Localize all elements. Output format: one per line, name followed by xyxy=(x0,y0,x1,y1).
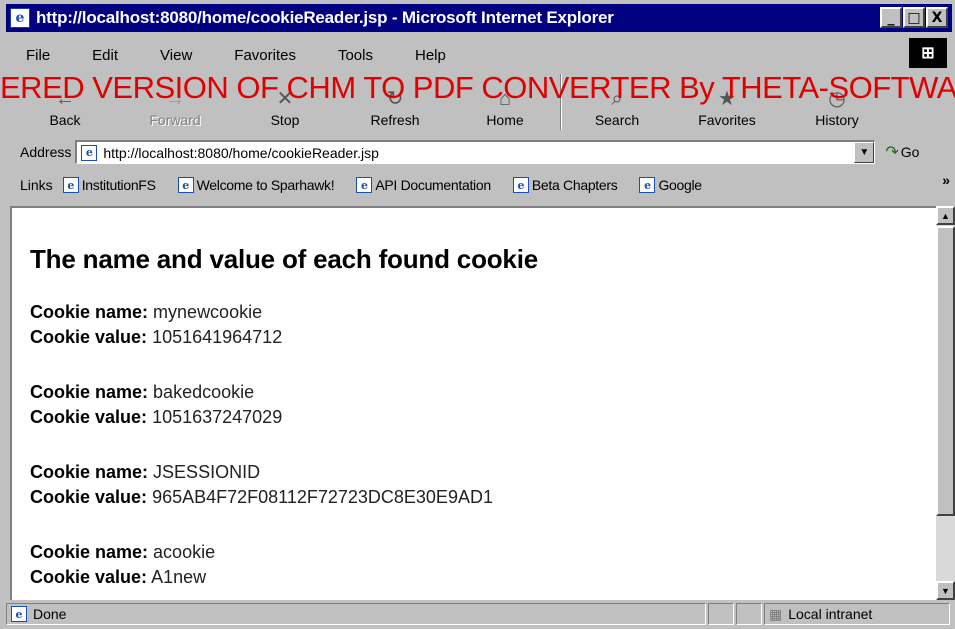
menu-file[interactable]: File xyxy=(10,47,50,64)
link-page-icon: e xyxy=(177,177,194,193)
history-label: History xyxy=(815,112,859,128)
status-pane-empty xyxy=(736,603,762,625)
links-label: Links xyxy=(20,177,53,193)
page-heading: The name and value of each found cookie xyxy=(30,244,538,274)
cookie-name-label: Cookie name: xyxy=(30,542,149,562)
link-page-icon: e xyxy=(62,177,79,193)
status-text: Done xyxy=(33,606,67,622)
scroll-thumb[interactable] xyxy=(936,226,955,516)
status-bar: e Done ▦ Local intranet xyxy=(6,602,952,626)
address-bar: Address e http://localhost:8080/home/coo… xyxy=(10,136,950,168)
zone-text: Local intranet xyxy=(788,606,873,622)
cookie-value-label: Cookie value: xyxy=(30,407,148,427)
cookie-value-label: Cookie value: xyxy=(30,487,148,507)
address-label: Address xyxy=(20,144,72,160)
menu-help[interactable]: Help xyxy=(395,47,446,64)
cookie-name-label: Cookie name: xyxy=(30,302,149,322)
links-bar: Links e InstitutionFS e Welcome to Sparh… xyxy=(10,170,950,200)
page-content: The name and value of each found cookie … xyxy=(10,206,936,600)
zone-pane: ▦ Local intranet xyxy=(764,603,950,625)
link-institutionfs[interactable]: e InstitutionFS xyxy=(62,177,156,193)
cookie-entry: Cookie name: mynewcookie Cookie value: 1… xyxy=(30,300,282,350)
watermark-text: ERED VERSION OF CHM TO PDF CONVERTER By … xyxy=(0,70,955,105)
home-label: Home xyxy=(486,112,524,128)
menu-edit[interactable]: Edit xyxy=(72,47,118,64)
link-label: API Documentation xyxy=(375,177,491,193)
address-url: http://localhost:8080/home/cookieReader.… xyxy=(103,144,379,161)
title-bar[interactable]: e http://localhost:8080/home/cookieReade… xyxy=(6,4,952,32)
go-button[interactable]: ↷ Go xyxy=(885,142,919,162)
link-google[interactable]: e Google xyxy=(639,177,702,193)
menu-favorites[interactable]: Favorites xyxy=(214,47,296,64)
link-page-icon: e xyxy=(639,177,656,193)
cookie-value-value: 1051641964712 xyxy=(152,327,283,347)
page-icon: e xyxy=(81,144,98,161)
browser-window: e http://localhost:8080/home/cookieReade… xyxy=(0,0,955,629)
status-page-icon: e xyxy=(11,606,27,622)
search-label: Search xyxy=(594,112,640,128)
cookie-value-value: 965AB4F72F08112F72723DC8E30E9AD1 xyxy=(152,487,493,507)
address-dropdown-icon[interactable]: ▼ xyxy=(854,142,875,163)
link-page-icon: e xyxy=(512,177,529,193)
windows-logo-icon: ⊞ xyxy=(909,38,947,68)
maximize-button[interactable]: □ xyxy=(903,7,925,28)
cookie-name-label: Cookie name: xyxy=(30,462,149,482)
close-button[interactable]: X xyxy=(926,7,948,28)
link-label: Beta Chapters xyxy=(531,177,618,193)
status-pane-empty xyxy=(708,603,734,625)
cookie-value-value: 1051637247029 xyxy=(152,407,283,427)
stop-label: Stop xyxy=(270,112,300,128)
status-text-pane: e Done xyxy=(6,603,706,625)
link-api-docs[interactable]: e API Documentation xyxy=(356,177,491,193)
scroll-down-icon[interactable]: ▼ xyxy=(936,581,955,600)
more-links-icon[interactable]: » xyxy=(942,172,950,188)
favorites-label: Favorites xyxy=(698,112,756,128)
vertical-scrollbar[interactable]: ▲ ▼ xyxy=(936,206,955,600)
cookie-name-value: mynewcookie xyxy=(153,302,263,322)
minimize-button[interactable]: _ xyxy=(880,7,902,28)
intranet-icon: ▦ xyxy=(769,605,783,622)
window-controls: _ □ X xyxy=(880,7,948,28)
link-label: Google xyxy=(658,177,702,193)
cookie-name-value: JSESSIONID xyxy=(153,462,261,482)
window-title: http://localhost:8080/home/cookieReader.… xyxy=(36,8,614,27)
cookie-entry: Cookie name: bakedcookie Cookie value: 1… xyxy=(30,380,282,430)
link-label: InstitutionFS xyxy=(81,177,156,193)
link-beta-chapters[interactable]: e Beta Chapters xyxy=(512,177,618,193)
ie-page-icon: e xyxy=(10,8,30,28)
cookie-entry: Cookie name: acookie Cookie value: A1new xyxy=(30,540,215,590)
cookie-entry: Cookie name: JSESSIONID Cookie value: 96… xyxy=(30,460,493,510)
scroll-up-icon[interactable]: ▲ xyxy=(936,206,955,225)
refresh-label: Refresh xyxy=(370,112,420,128)
link-label: Welcome to Sparhawk! xyxy=(196,177,335,193)
cookie-value-label: Cookie value: xyxy=(30,567,148,587)
go-label: Go xyxy=(900,144,920,160)
menu-bar: File Edit View Favorites Tools Help xyxy=(10,42,468,68)
menu-view[interactable]: View xyxy=(140,47,192,64)
menu-tools[interactable]: Tools xyxy=(318,47,373,64)
cookie-name-value: bakedcookie xyxy=(153,382,255,402)
forward-label: Forward xyxy=(149,112,201,128)
cookie-value-label: Cookie value: xyxy=(30,327,148,347)
back-label: Back xyxy=(49,112,81,128)
cookie-name-value: acookie xyxy=(153,542,216,562)
address-input[interactable]: e http://localhost:8080/home/cookieReade… xyxy=(75,140,876,164)
link-page-icon: e xyxy=(356,177,373,193)
cookie-value-value: A1new xyxy=(151,567,207,587)
go-arrow-icon: ↷ xyxy=(885,144,899,161)
link-sparhawk[interactable]: e Welcome to Sparhawk! xyxy=(177,177,335,193)
cookie-name-label: Cookie name: xyxy=(30,382,149,402)
